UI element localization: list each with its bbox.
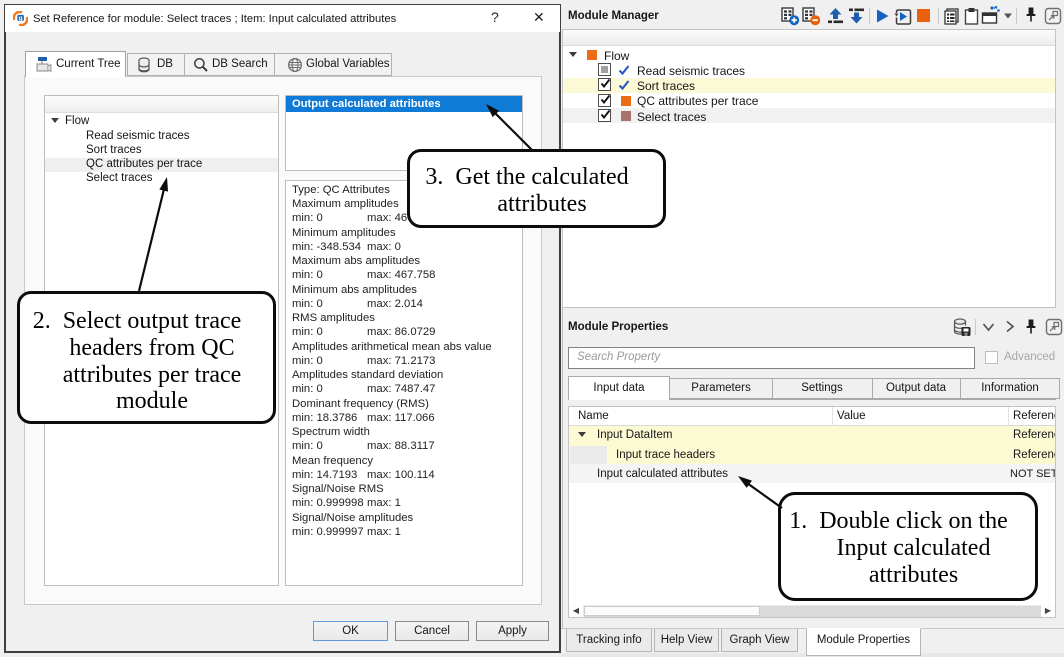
svg-text:g: g (19, 15, 23, 22)
